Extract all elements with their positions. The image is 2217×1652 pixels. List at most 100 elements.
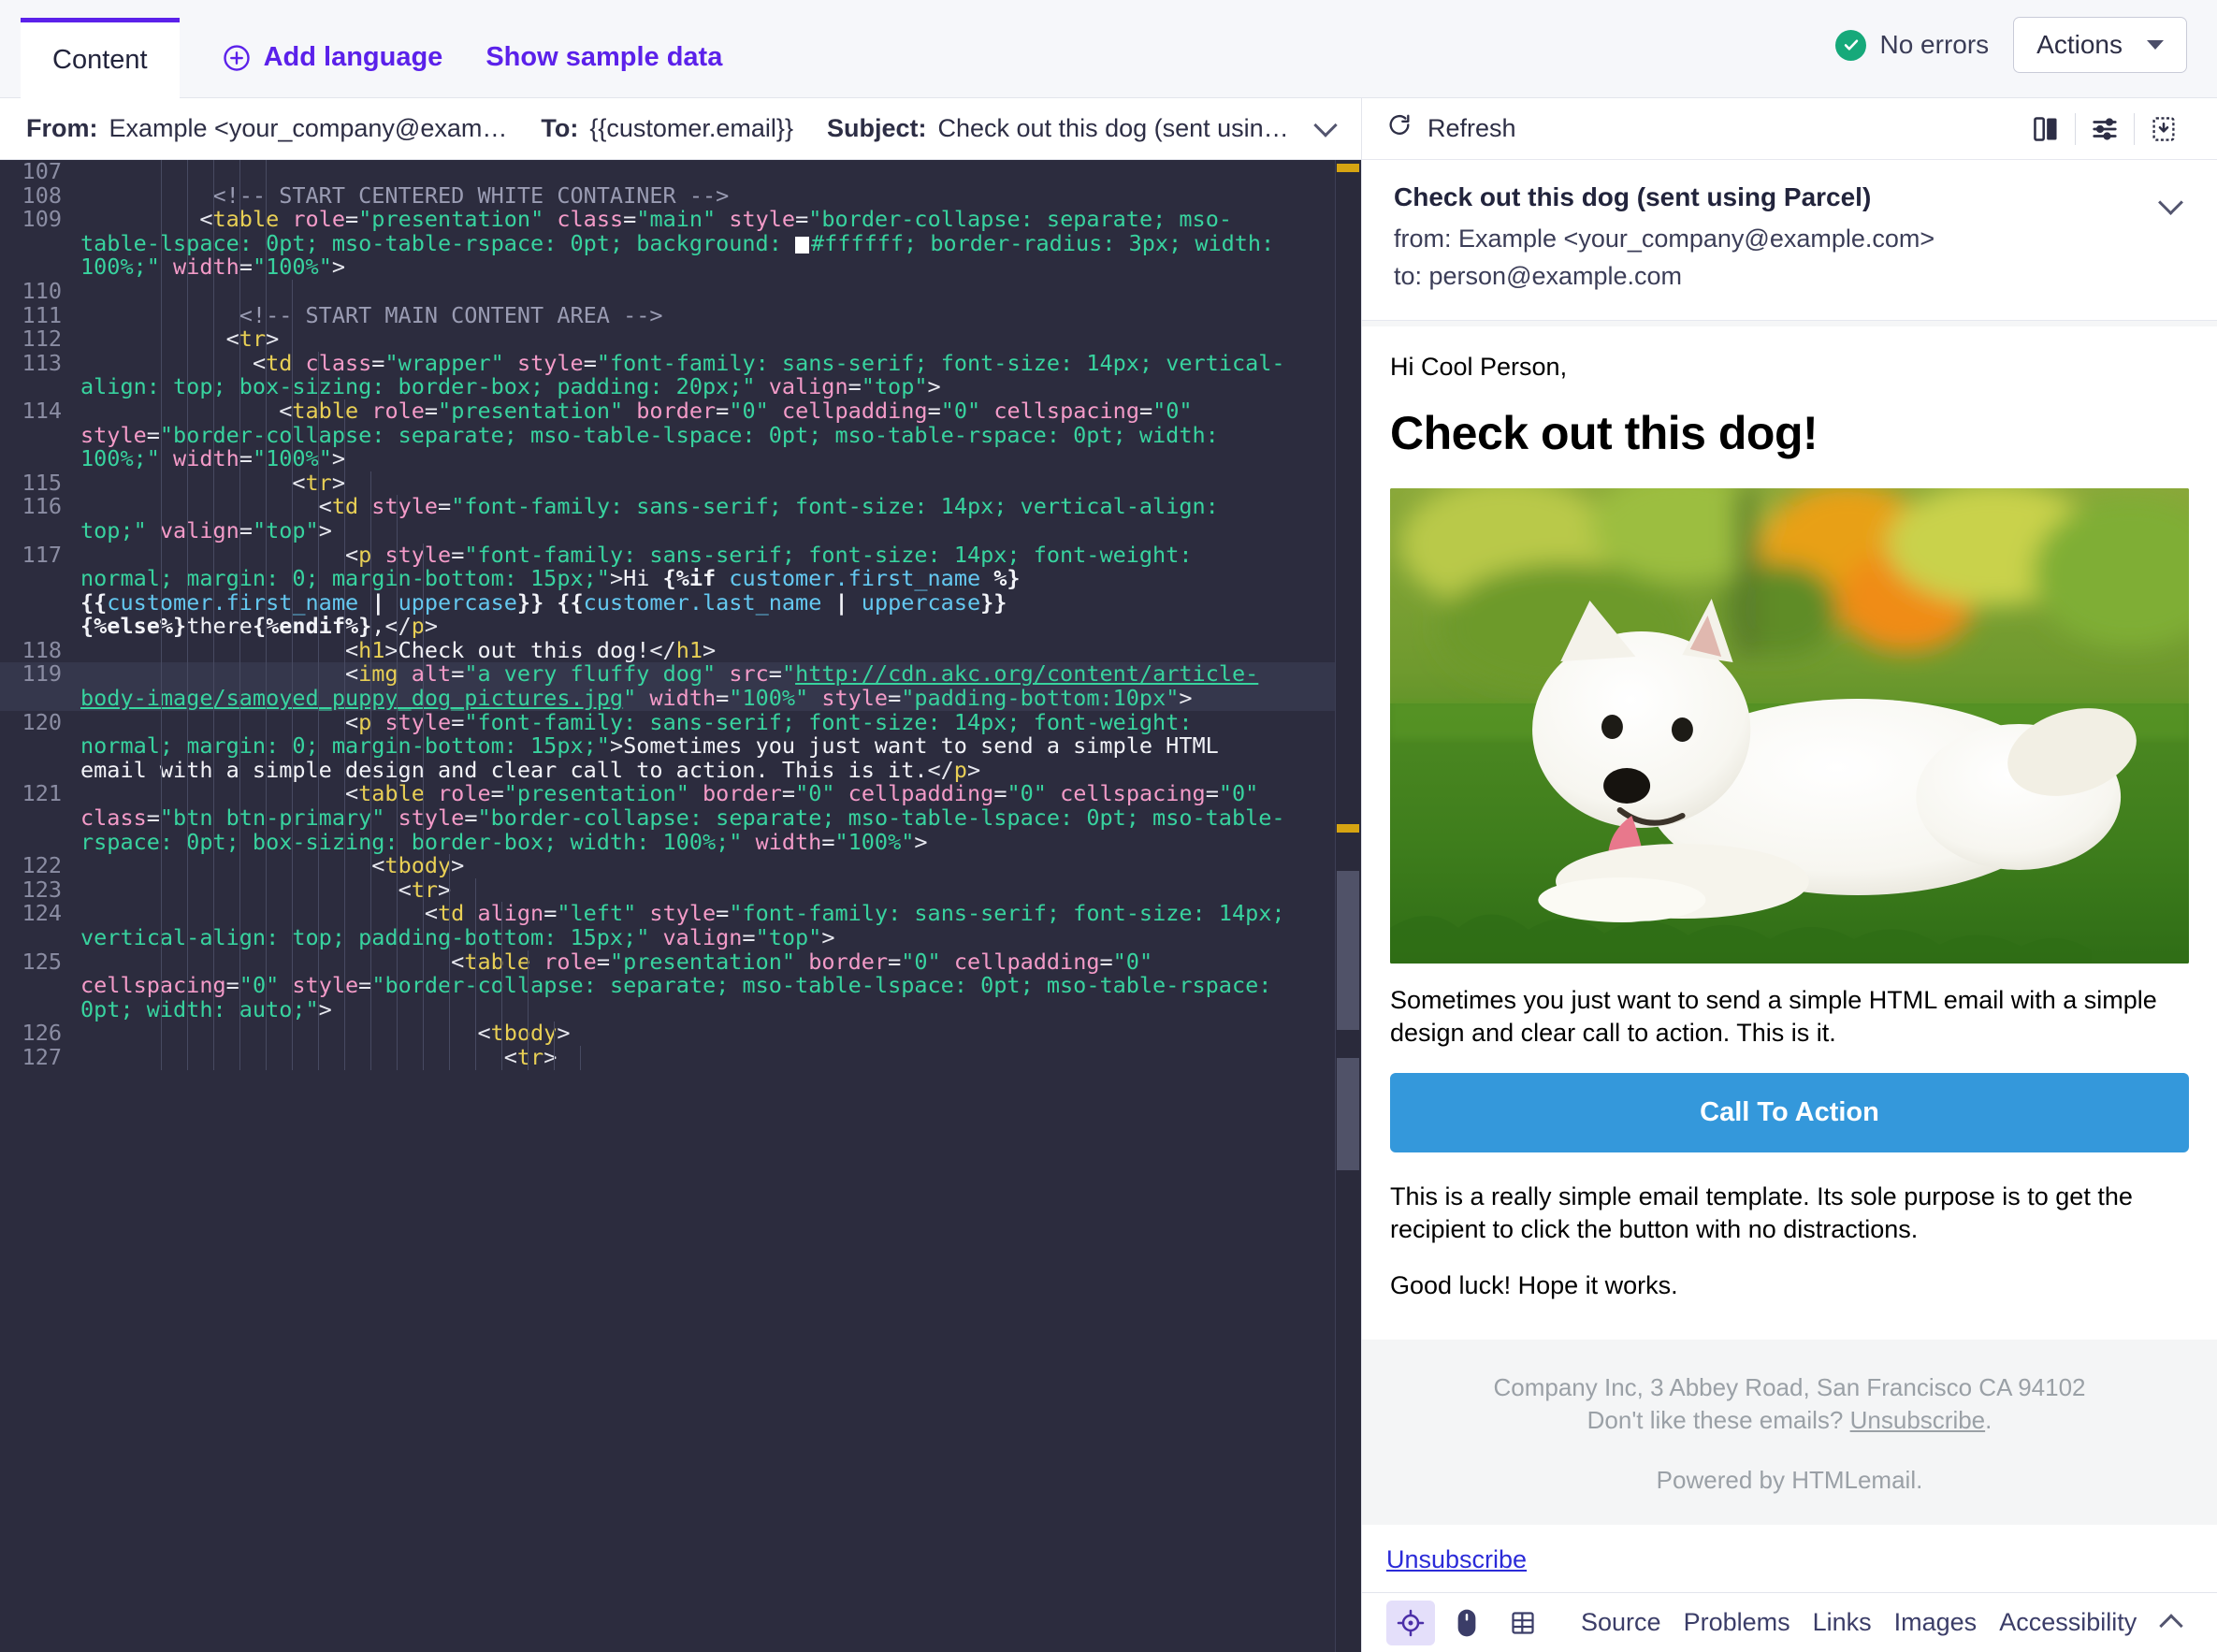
code-text[interactable]: <tr> [80,471,1361,496]
code-line: 109 <table role="presentation" class="ma… [0,206,1361,280]
code-text[interactable]: <!-- START CENTERED WHITE CONTAINER --> [80,183,1361,209]
sliders-icon[interactable] [2076,108,2134,151]
line-number: 123 [22,876,62,903]
status-tab-links[interactable]: Links [1813,1608,1872,1637]
code-line: 113 <td class="wrapper" style="font-fami… [0,351,1361,399]
to-field[interactable]: To: {{customer.email}} [541,114,793,143]
email-preview-body: Hi Cool Person, Check out this dog! Some… [1362,321,2217,1652]
code-text[interactable]: <tbody> [80,853,1361,878]
footer-powered-by: Powered by HTMLemail. [1656,1466,1923,1495]
line-number: 115 [22,469,62,496]
caret-down-icon [2147,40,2164,50]
footer-unsub-suffix: . [1985,1405,1992,1434]
topbar-right-group: No errors Actions [1835,17,2217,97]
actions-button[interactable]: Actions [2013,17,2187,73]
code-text[interactable]: <td style="font-family: sans-serif; font… [80,495,1361,543]
code-line: 123 <tr> [0,876,1361,903]
code-text[interactable]: <p style="font-family: sans-serif; font-… [80,710,1361,783]
target-inspect-icon[interactable] [1386,1600,1435,1645]
refresh-button[interactable]: Refresh [1386,112,1516,145]
code-text[interactable]: <table role="presentation" border="0" ce… [80,949,1361,1022]
code-text[interactable]: <td class="wrapper" style="font-family: … [80,351,1361,399]
code-text[interactable]: <table role="presentation" border="0" ce… [80,399,1361,471]
status-tab-images[interactable]: Images [1894,1608,1978,1637]
code-line: 108 <!-- START CENTERED WHITE CONTAINER … [0,183,1361,209]
code-text[interactable]: <p style="font-family: sans-serif; font-… [80,543,1361,639]
code-text[interactable]: <tr> [80,326,1361,352]
plus-circle-icon [223,44,251,72]
scrollbar-thumb[interactable] [1337,1058,1359,1170]
status-tab-accessibility[interactable]: Accessibility [1999,1608,2137,1637]
preview-meta: Check out this dog (sent using Parcel) f… [1362,160,2217,321]
scrollbar-marker [1337,824,1359,833]
code-text[interactable]: <h1>Check out this dog!</h1> [80,638,1361,663]
editor-scrollbar[interactable] [1335,160,1361,1652]
preview-to: to: person@example.com [1394,262,1683,290]
status-tab-source[interactable]: Source [1581,1608,1661,1637]
preview-toolbar: Refresh [1362,98,2217,160]
line-number: 117 [22,541,62,568]
line-number: 118 [22,636,62,663]
mouse-pointer-icon[interactable] [1442,1601,1491,1645]
code-lines: 107 108 <!-- START CENTERED WHITE CONTAI… [0,160,1361,1652]
chevron-down-icon[interactable] [1312,112,1338,138]
code-line: 112 <tr> [0,326,1361,353]
code-text[interactable] [80,160,1361,184]
bottom-unsubscribe-row: Unsubscribe [1362,1525,2217,1592]
code-text[interactable] [80,279,1361,304]
line-number: 109 [22,206,62,233]
footer-unsubscribe-line: Don't like these emails? Unsubscribe. [1381,1404,2198,1437]
line-number: 110 [22,277,62,304]
preview-subject: Check out this dog (sent using Parcel) [1394,182,1872,211]
code-text[interactable]: <tr> [80,877,1361,903]
bottom-unsubscribe-link[interactable]: Unsubscribe [1386,1545,1527,1573]
code-line: 111 <!-- START MAIN CONTENT AREA --> [0,303,1361,328]
from-field[interactable]: From: Example <your_company@exam… [26,114,507,143]
show-sample-data-button[interactable]: Show sample data [485,42,722,73]
from-value: Example <your_company@exam… [109,114,508,142]
email-paragraph-1: Sometimes you just want to send a simple… [1390,986,2157,1047]
app-root: Content Add language Show sample data No… [0,0,2217,1652]
line-number: 121 [22,780,62,807]
dog-photo [1390,488,2189,964]
subject-field[interactable]: Subject: Check out this dog (sent usin… [827,112,1338,143]
code-line: 122 <tbody> [0,853,1361,878]
call-to-action-button[interactable]: Call To Action [1390,1073,2189,1153]
code-text[interactable]: <table role="presentation" class="main" … [80,207,1361,280]
add-language-button[interactable]: Add language [223,42,442,73]
scrollbar-thumb[interactable] [1337,871,1359,1030]
code-text[interactable]: <img alt="a very fluffy dog" src="http:/… [80,662,1361,711]
chevron-up-icon[interactable] [2159,1613,2183,1638]
code-line: 124 <td align="left" style="font-family:… [0,902,1361,950]
footer-unsub-prefix: Don't like these emails? [1587,1405,1850,1434]
code-text[interactable]: <!-- START MAIN CONTENT AREA --> [80,303,1361,328]
tab-content[interactable]: Content [21,18,180,98]
show-sample-data-label: Show sample data [485,42,723,72]
email-scroll[interactable]: Hi Cool Person, Check out this dog! Some… [1362,321,2217,1592]
preview-toolbar-icons [2017,108,2193,151]
code-editor[interactable]: 107 108 <!-- START CENTERED WHITE CONTAI… [0,160,1361,1652]
code-text[interactable]: <tr> [80,1045,1361,1070]
screenshot-icon[interactable] [2135,108,2193,151]
to-value: {{customer.email}} [589,114,793,142]
line-number: 126 [22,1020,62,1047]
preview-from: from: Example <your_company@example.com> [1394,225,1935,253]
code-line: 117 <p style="font-family: sans-serif; f… [0,543,1361,639]
code-text[interactable]: <td align="left" style="font-family: san… [80,902,1361,950]
code-line: 120 <p style="font-family: sans-serif; f… [0,710,1361,783]
top-toolbar: Content Add language Show sample data No… [0,0,2217,98]
code-line: 115 <tr> [0,471,1361,496]
grid-layout-icon[interactable] [1499,1601,1547,1645]
code-text[interactable]: <tbody> [80,1022,1361,1046]
check-circle-icon [1835,29,1867,61]
editor-pane: From: Example <your_company@exam… To: {{… [0,98,1361,1652]
code-line: 107 [0,160,1361,184]
preview-status-bar: Source Problems Links Images Accessibility [1362,1592,2217,1652]
split-view-icon[interactable] [2017,108,2075,151]
line-number: 127 [22,1043,62,1070]
status-tab-problems[interactable]: Problems [1684,1608,1790,1637]
email-greeting: Hi Cool Person, [1390,353,1568,381]
footer-unsubscribe-link[interactable]: Unsubscribe [1850,1406,1986,1434]
line-number: 112 [22,326,62,353]
code-text[interactable]: <table role="presentation" border="0" ce… [80,782,1361,855]
